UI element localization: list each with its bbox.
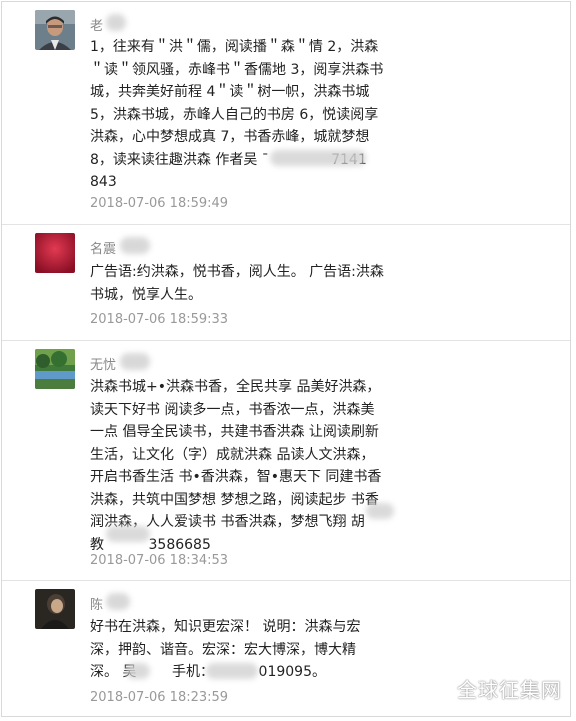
comment-time: 2018-07-06 18:59:49 xyxy=(90,196,229,211)
redacted-blur xyxy=(206,663,258,679)
comment-time: 2018-07-06 18:23:59 xyxy=(90,690,229,705)
redacted-blur xyxy=(270,150,366,166)
comment-item: 名震 广告语:约洪森，悦书香，阅人生。 广告语:洪森 书城，悦享人生。 2018… xyxy=(2,225,570,341)
avatar[interactable] xyxy=(35,349,75,389)
comment-author[interactable]: 陈 xyxy=(90,594,103,613)
comment-time: 2018-07-06 18:34:53 xyxy=(90,553,229,568)
name-blur xyxy=(120,353,150,370)
redacted-blur xyxy=(106,526,150,542)
avatar[interactable] xyxy=(35,233,75,273)
redacted-blur xyxy=(366,503,394,519)
name-blur xyxy=(120,237,150,254)
comment-author[interactable]: 名震 xyxy=(90,238,116,257)
redacted-blur xyxy=(126,663,150,679)
comment-list: 老 1，往来有＂洪＂儒，阅读播＂森＂情 2，洪森 ＂读＂领风骚，赤峰书＂香儒地 … xyxy=(1,1,571,717)
comment-text: 1，往来有＂洪＂儒，阅读播＂森＂情 2，洪森 ＂读＂领风骚，赤峰书＂香儒地 3，… xyxy=(90,39,384,190)
name-blur xyxy=(106,14,126,31)
comment-item: 老 1，往来有＂洪＂儒，阅读播＂森＂情 2，洪森 ＂读＂领风骚，赤峰书＂香儒地 … xyxy=(2,2,570,225)
comment-time: 2018-07-06 18:59:33 xyxy=(90,312,229,327)
comment-author[interactable]: 无忧 xyxy=(90,354,116,373)
name-blur xyxy=(106,593,130,610)
avatar[interactable] xyxy=(35,589,75,629)
avatar[interactable] xyxy=(35,10,75,50)
site-watermark: 全球征集网 xyxy=(457,678,562,702)
comment-item: 无忧 洪森书城+•洪森书香，全民共享 品美好洪森， 读天下好书 阅读多一点，书香… xyxy=(2,341,570,581)
comment-author[interactable]: 老 xyxy=(90,15,103,34)
comment-text: 广告语:约洪森，悦书香，阅人生。 广告语:洪森 书城，悦享人生。 xyxy=(90,264,384,303)
